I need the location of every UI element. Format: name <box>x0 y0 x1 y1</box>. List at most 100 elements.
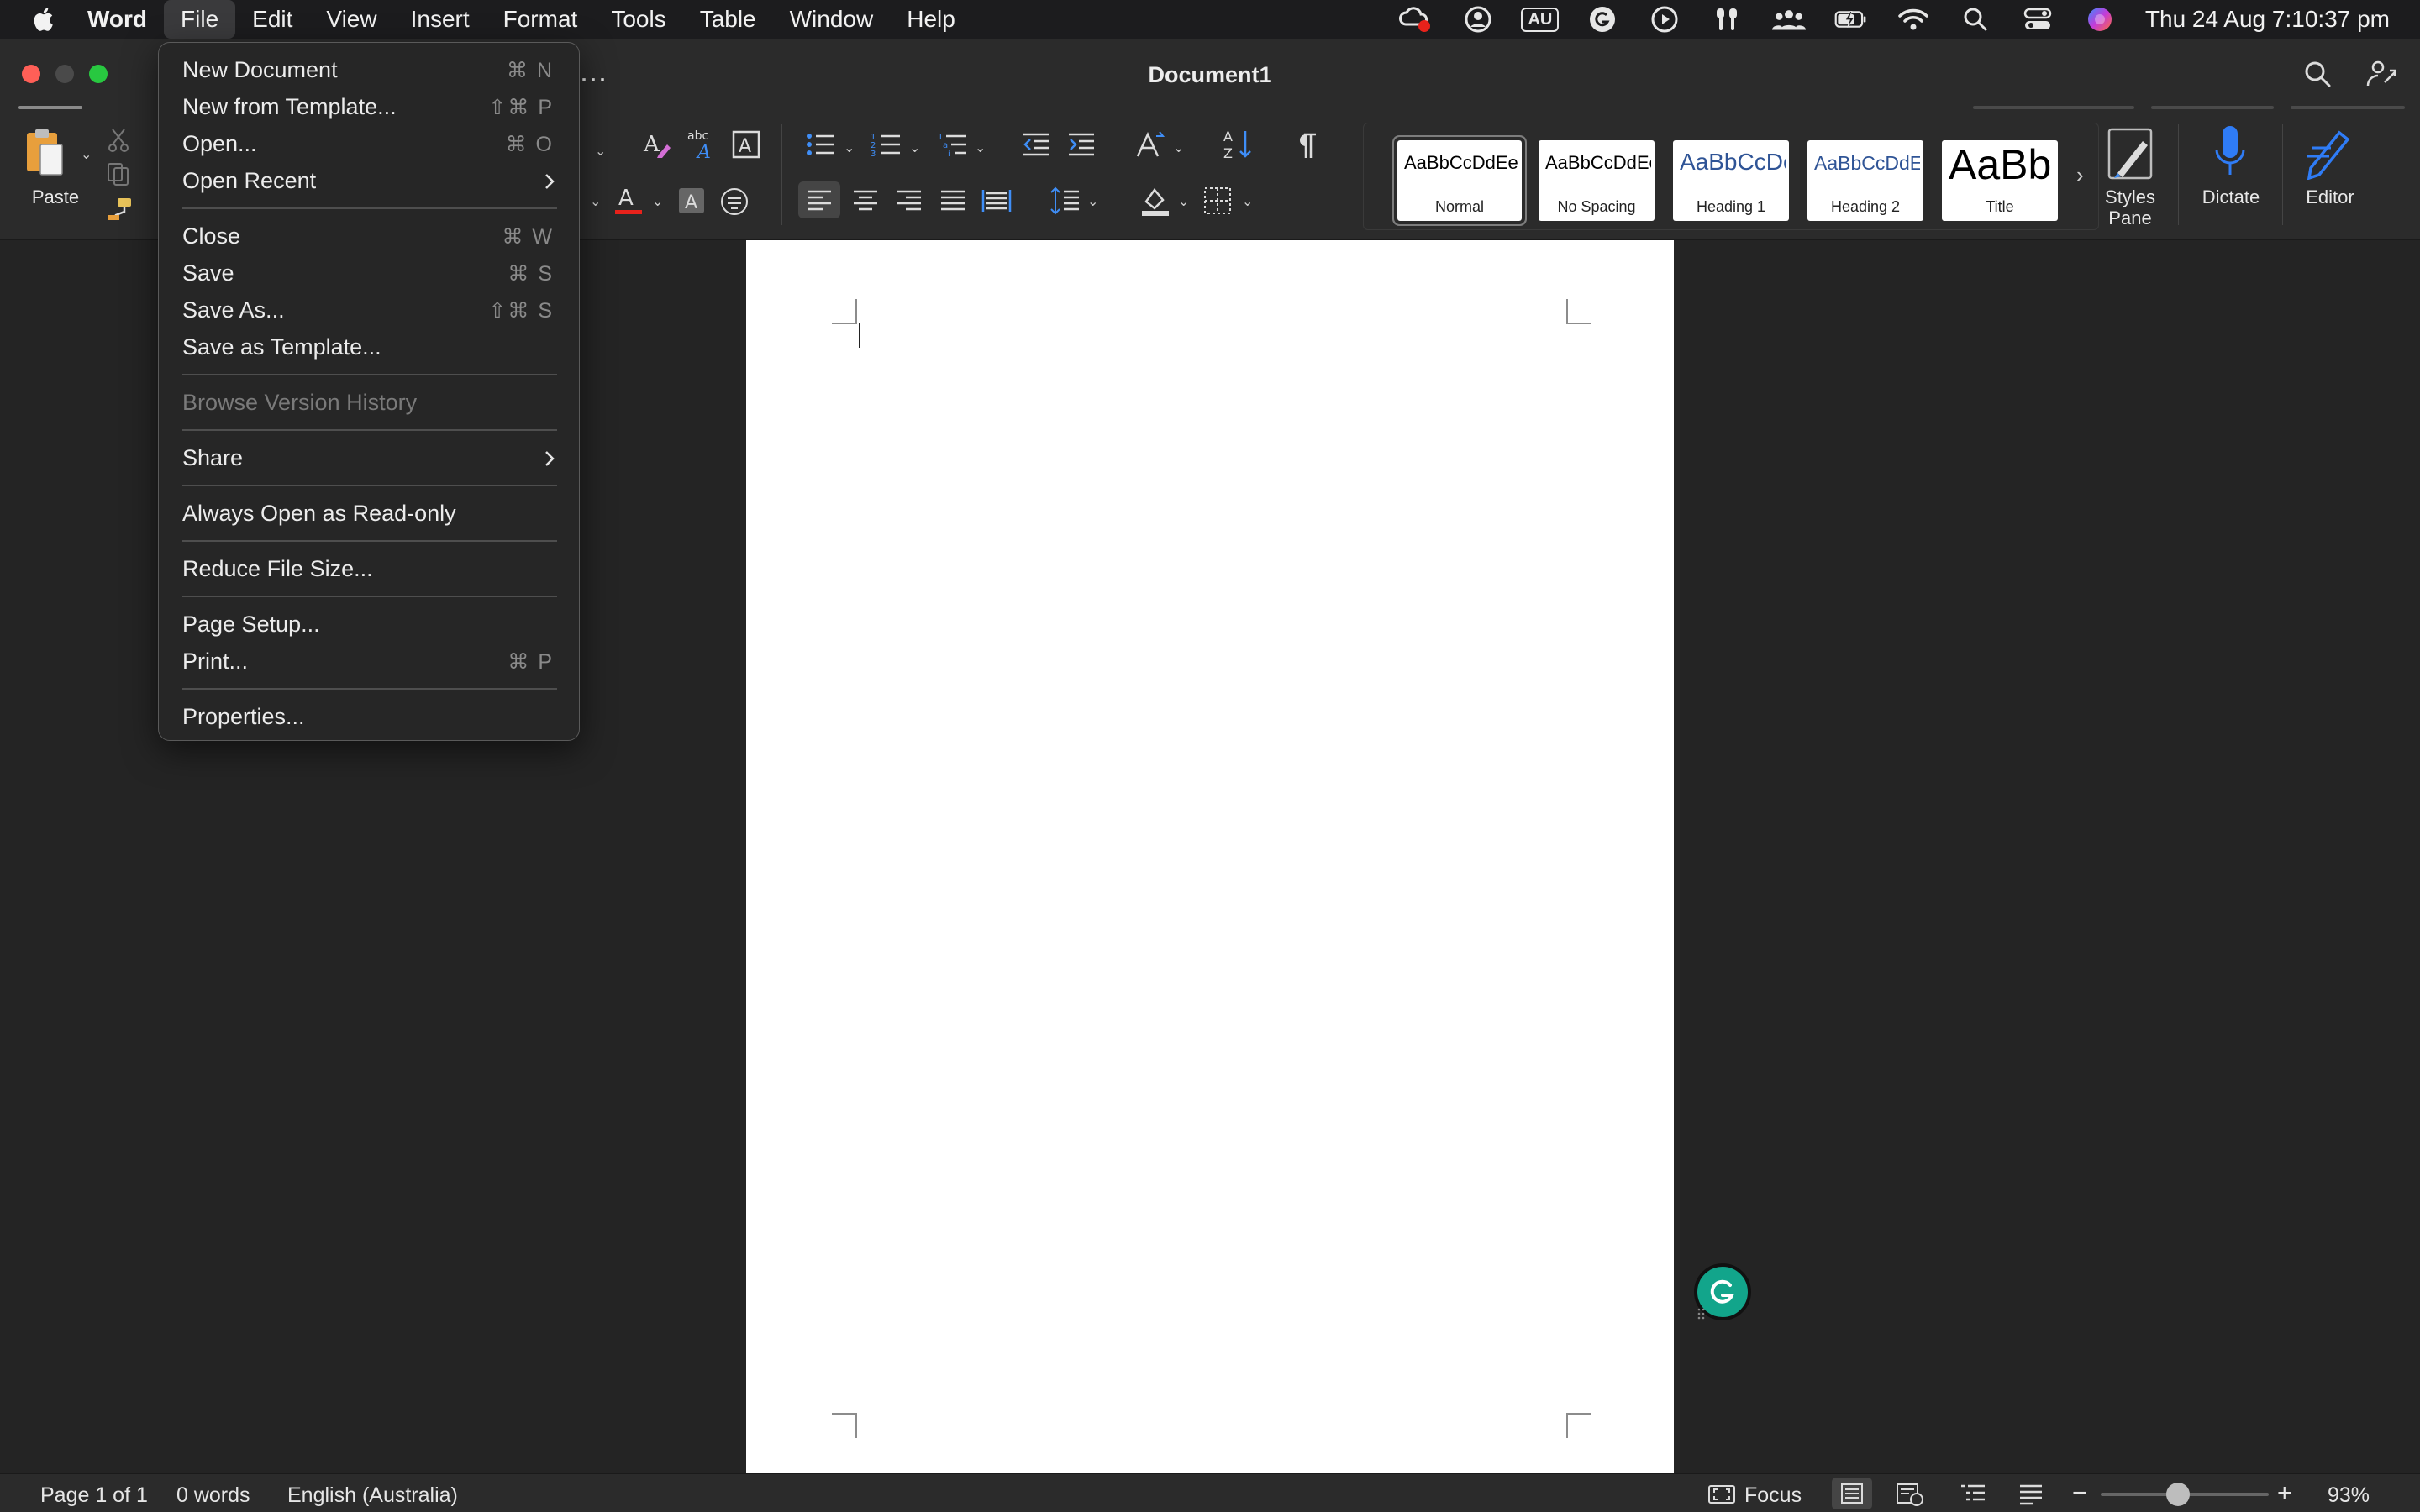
menu-view[interactable]: View <box>309 0 393 39</box>
phonetic-guide-icon[interactable] <box>719 186 750 217</box>
style-heading-2[interactable]: AaBbCcDdEe Heading 2 <box>1807 140 1923 221</box>
text-direction-dropdown-chevron[interactable]: ⌄ <box>1173 139 1184 156</box>
menu-item-save-as-template[interactable]: Save as Template... <box>159 328 579 365</box>
justify-icon[interactable] <box>939 190 966 212</box>
menu-item-print[interactable]: Print... ⌘ P <box>159 643 579 680</box>
input-source-indicator[interactable]: AU <box>1521 4 1560 34</box>
cut-icon[interactable] <box>108 128 129 153</box>
menu-item-open-recent[interactable]: Open Recent <box>159 162 579 199</box>
menu-item-open[interactable]: Open... ⌘ O <box>159 125 579 162</box>
menu-item-reduce-file-size[interactable]: Reduce File Size... <box>159 550 579 587</box>
siri-icon[interactable] <box>2083 4 2117 34</box>
zoom-out-button[interactable]: − <box>2072 1479 2087 1508</box>
menu-item-save-as[interactable]: Save As... ⇧⌘ S <box>159 291 579 328</box>
numbering-dropdown-chevron[interactable]: ⌄ <box>909 139 920 156</box>
zoom-level[interactable]: 93% <box>2328 1483 2370 1508</box>
paste-button[interactable] <box>20 126 71 180</box>
align-left-button[interactable] <box>798 181 840 218</box>
menu-item-new-from-template[interactable]: New from Template... ⇧⌘ P <box>159 88 579 125</box>
menu-app-word[interactable]: Word <box>87 0 164 39</box>
spelling-icon[interactable]: abcA <box>686 128 719 161</box>
menu-item-always-open-read-only[interactable]: Always Open as Read-only <box>159 495 579 532</box>
apple-icon[interactable] <box>30 5 59 34</box>
borders-dropdown-chevron[interactable]: ⌄ <box>1242 193 1253 210</box>
decrease-indent-icon[interactable] <box>1022 131 1050 158</box>
font-color-icon[interactable]: A <box>612 183 645 217</box>
page-count[interactable]: Page 1 of 1 <box>40 1483 148 1508</box>
clock[interactable]: Thu 24 Aug 7:10:37 pm <box>2145 6 2390 33</box>
airpods-icon[interactable] <box>1710 4 1744 34</box>
account-icon[interactable] <box>1461 4 1495 34</box>
shading-dropdown-chevron[interactable]: ⌄ <box>1178 193 1189 210</box>
style-heading-1[interactable]: AaBbCcDc Heading 1 <box>1673 140 1789 221</box>
search-icon[interactable] <box>2302 59 2333 89</box>
outline-view-icon[interactable] <box>1960 1483 1986 1506</box>
format-painter-icon[interactable] <box>106 197 133 222</box>
bullets-dropdown-chevron[interactable]: ⌄ <box>844 139 855 156</box>
line-spacing-icon[interactable] <box>1050 186 1081 215</box>
font-size-dropdown-chevron[interactable]: ⌄ <box>595 143 606 160</box>
draft-view-icon[interactable] <box>2018 1483 2044 1506</box>
microphone-icon[interactable] <box>2213 124 2247 180</box>
zoom-slider-thumb[interactable] <box>2166 1483 2190 1506</box>
users-icon[interactable] <box>1771 4 1806 34</box>
menu-item-page-setup[interactable]: Page Setup... <box>159 606 579 643</box>
menu-item-save[interactable]: Save ⌘ S <box>159 255 579 291</box>
paste-dropdown-chevron[interactable]: ⌄ <box>81 146 92 163</box>
document-page[interactable] <box>746 240 1674 1473</box>
align-right-icon[interactable] <box>896 190 923 212</box>
font-dropdown-chevron[interactable]: ⌄ <box>590 193 601 210</box>
menu-file[interactable]: File <box>164 0 236 39</box>
menu-format[interactable]: Format <box>487 0 595 39</box>
borders-icon[interactable] <box>1203 186 1232 215</box>
focus-mode-button[interactable]: Focus <box>1744 1483 1802 1508</box>
menu-item-properties[interactable]: Properties... <box>159 698 579 735</box>
text-box-icon[interactable]: A <box>731 129 761 160</box>
menu-table[interactable]: Table <box>683 0 773 39</box>
show-formatting-icon[interactable] <box>1294 131 1318 160</box>
menu-insert[interactable]: Insert <box>394 0 487 39</box>
bullets-icon[interactable] <box>805 131 835 158</box>
style-no-spacing[interactable]: AaBbCcDdEe No Spacing <box>1539 140 1655 221</box>
word-count[interactable]: 0 words <box>176 1483 250 1508</box>
web-layout-icon[interactable] <box>1896 1483 1924 1506</box>
multilevel-list-icon[interactable]: 1ai <box>938 131 968 158</box>
wifi-icon[interactable] <box>1897 4 1930 34</box>
styles-gallery-next-icon[interactable]: › <box>2076 162 2084 188</box>
menu-help[interactable]: Help <box>890 0 972 39</box>
shading-icon[interactable] <box>1139 185 1171 217</box>
menu-window[interactable]: Window <box>773 0 891 39</box>
align-center-icon[interactable] <box>852 190 879 212</box>
increase-indent-icon[interactable] <box>1067 131 1096 158</box>
styles-pane-icon[interactable] <box>2106 126 2154 181</box>
battery-charging-icon[interactable] <box>1834 4 1868 34</box>
numbering-icon[interactable]: 123 <box>871 131 901 158</box>
font-color-dropdown-chevron[interactable]: ⌄ <box>652 193 663 210</box>
style-normal[interactable]: AaBbCcDdEe Normal <box>1394 137 1525 224</box>
grammarly-menu-icon[interactable] <box>1586 4 1619 34</box>
share-icon[interactable] <box>2365 57 2398 91</box>
drag-handle-icon[interactable] <box>1697 1307 1706 1320</box>
menu-item-share[interactable]: Share <box>159 439 579 476</box>
spotlight-search-icon[interactable] <box>1959 4 1992 34</box>
text-direction-icon[interactable] <box>1134 129 1166 160</box>
zoom-in-button[interactable]: + <box>2277 1479 2292 1508</box>
creative-cloud-icon[interactable] <box>1398 4 1433 34</box>
multilevel-list-dropdown-chevron[interactable]: ⌄ <box>975 139 986 156</box>
play-icon[interactable] <box>1648 4 1681 34</box>
language-indicator[interactable]: English (Australia) <box>287 1483 458 1508</box>
sort-icon[interactable]: AZ <box>1223 128 1254 161</box>
editor-pen-icon[interactable] <box>2302 124 2358 180</box>
print-layout-button[interactable] <box>1832 1478 1872 1509</box>
menu-item-close[interactable]: Close ⌘ W <box>159 218 579 255</box>
distributed-icon[interactable] <box>981 188 1012 213</box>
line-spacing-dropdown-chevron[interactable]: ⌄ <box>1087 193 1098 210</box>
focus-icon[interactable] <box>1707 1483 1736 1506</box>
clear-formatting-icon[interactable]: A <box>642 129 672 160</box>
highlight-icon[interactable]: A <box>677 186 706 215</box>
menu-edit[interactable]: Edit <box>235 0 309 39</box>
menu-tools[interactable]: Tools <box>594 0 682 39</box>
control-center-icon[interactable] <box>2021 4 2054 34</box>
copy-icon[interactable] <box>106 161 131 186</box>
style-title[interactable]: AaBb( Title <box>1942 140 2058 221</box>
